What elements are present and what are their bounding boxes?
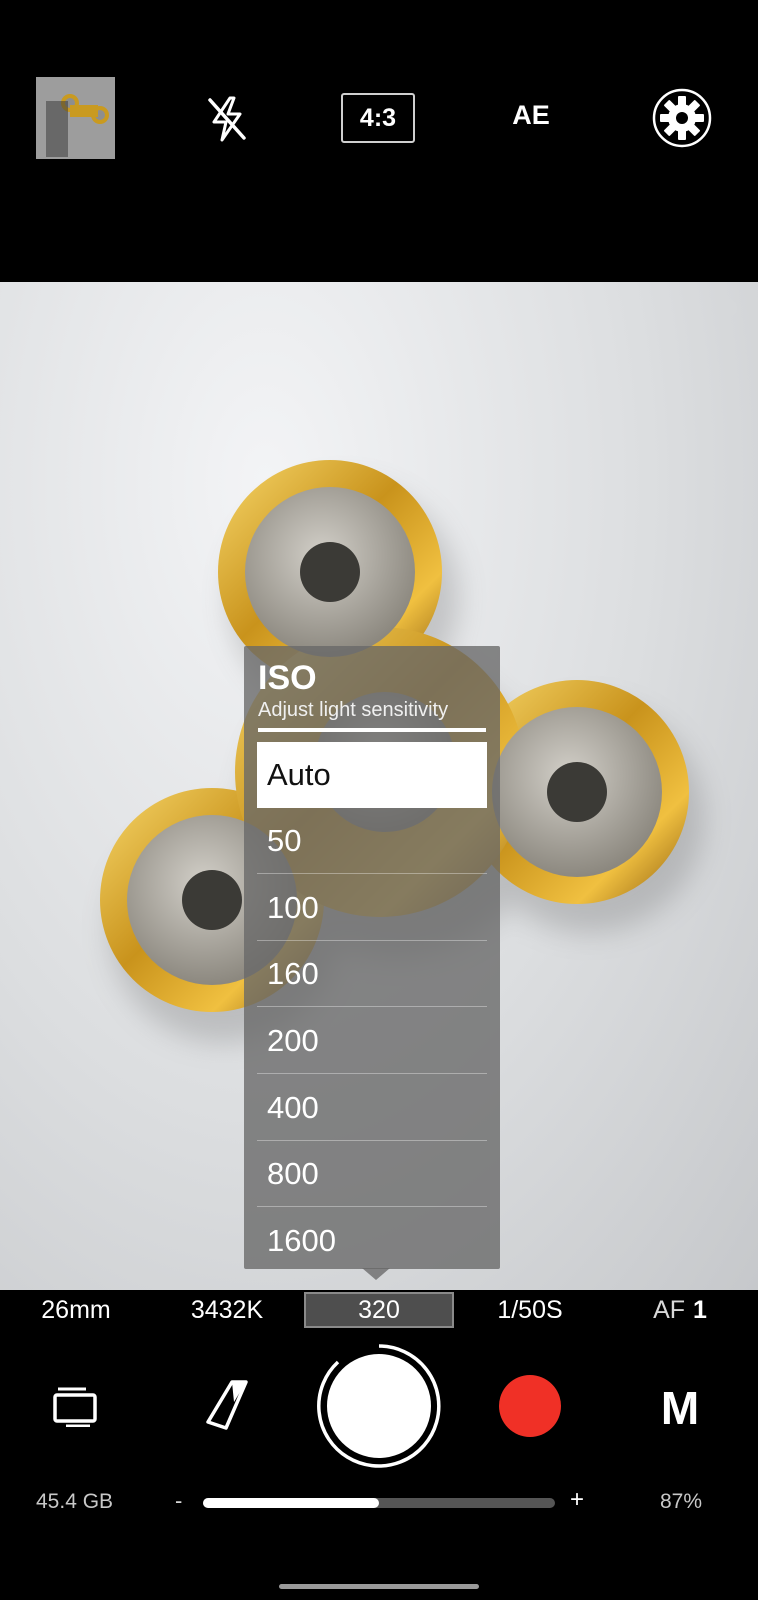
zoom-out-button[interactable]: - (175, 1488, 182, 1514)
home-indicator[interactable] (279, 1584, 479, 1589)
iso-option-1600[interactable]: 1600 (257, 1208, 487, 1274)
zoom-in-button[interactable]: + (570, 1486, 584, 1514)
iso-option-100[interactable]: 100 (257, 875, 487, 941)
autofocus-button[interactable]: AF 1 (648, 1292, 712, 1328)
focal-length-button[interactable]: 26mm (30, 1292, 122, 1328)
iso-menu-divider (258, 728, 486, 732)
autofocus-label: AF (653, 1295, 686, 1324)
iso-option-auto[interactable]: Auto (257, 742, 487, 808)
aspect-ratio-button[interactable]: 4:3 (341, 93, 415, 143)
gear-icon[interactable] (652, 88, 712, 148)
autofocus-value: 1 (693, 1295, 707, 1324)
auto-exposure-button[interactable]: AE (503, 100, 559, 138)
gallery-icon[interactable] (52, 1385, 98, 1427)
iso-option-400[interactable]: 400 (257, 1075, 487, 1141)
manual-mode-button[interactable]: M (650, 1380, 710, 1436)
white-balance-button[interactable]: 3432K (180, 1292, 274, 1328)
thumbnail-menu-overlay (46, 101, 68, 157)
iso-option-800[interactable]: 800 (257, 1141, 487, 1207)
flash-off-icon[interactable] (206, 96, 248, 142)
storage-remaining: 45.4 GB (36, 1490, 114, 1513)
last-photo-thumbnail[interactable] (36, 77, 115, 159)
iso-option-200[interactable]: 200 (257, 1008, 487, 1074)
shutter-speed-button[interactable]: 1/50S (485, 1292, 575, 1328)
battery-level: 87% (660, 1490, 703, 1513)
tag-icon[interactable] (204, 1378, 250, 1432)
iso-menu-subtitle: Adjust light sensitivity (258, 699, 449, 721)
shutter-button[interactable] (316, 1343, 442, 1469)
iso-option-160[interactable]: 160 (257, 941, 487, 1007)
zoom-slider-fill (203, 1498, 379, 1508)
record-icon[interactable] (499, 1375, 561, 1437)
iso-option-50[interactable]: 50 (257, 808, 487, 874)
iso-menu-title: ISO (258, 659, 317, 697)
iso-button[interactable]: 320 (304, 1292, 454, 1328)
